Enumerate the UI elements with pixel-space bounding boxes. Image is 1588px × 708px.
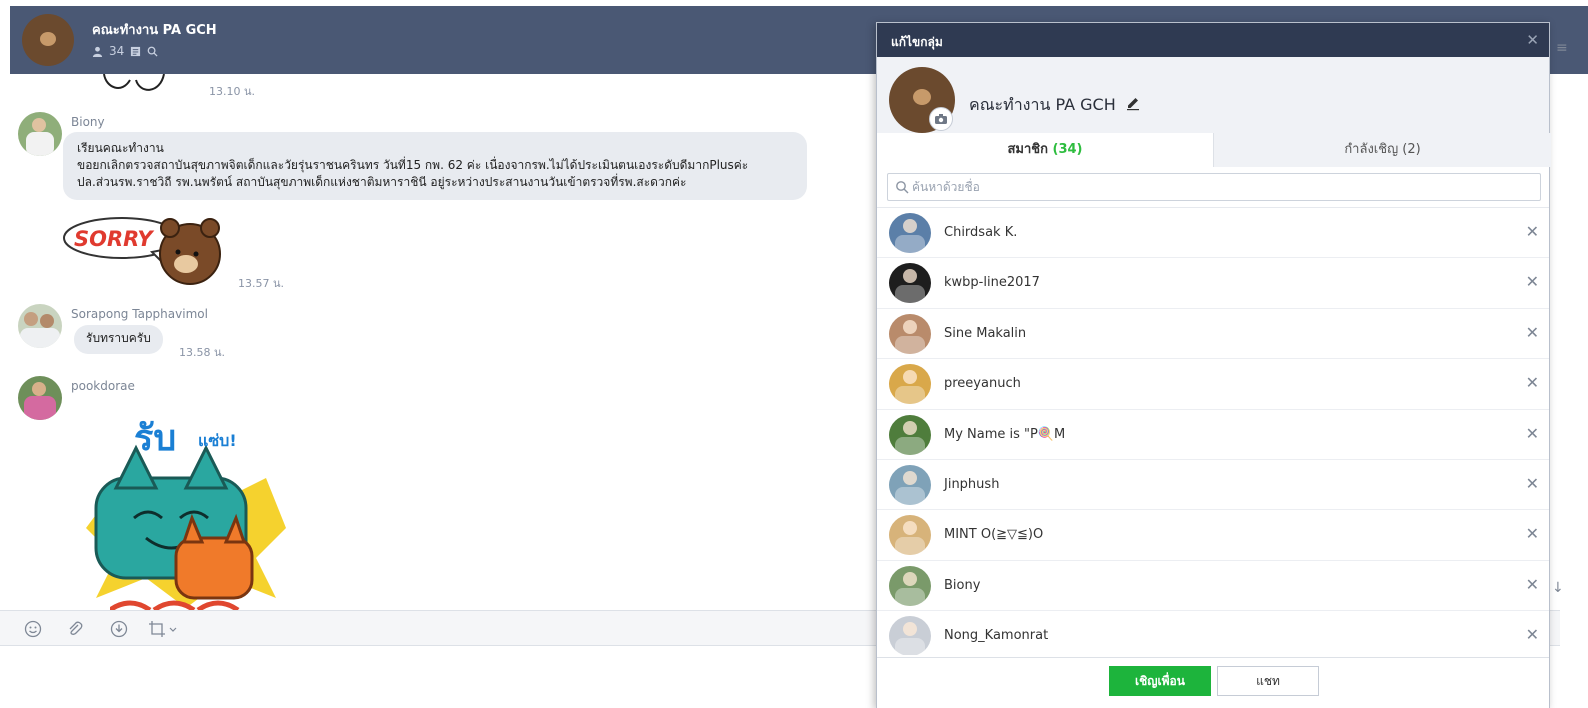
remove-member-icon[interactable]: ✕: [1526, 524, 1539, 543]
attach-icon[interactable]: [66, 620, 84, 638]
camera-icon[interactable]: [929, 107, 953, 131]
remove-member-icon[interactable]: ✕: [1526, 575, 1539, 594]
tab-members-label: สมาชิก: [1007, 142, 1048, 157]
member-row[interactable]: Nong_Kamonrat ✕: [877, 611, 1549, 655]
scroll-down-icon[interactable]: ↓: [1552, 580, 1564, 596]
bear-face-icon: [40, 32, 56, 46]
member-name: My Name is "P🍭M: [944, 426, 1066, 442]
member-avatar[interactable]: [889, 313, 931, 354]
remove-member-icon[interactable]: ✕: [1526, 625, 1539, 644]
message-line: เรียนคณะทำงาน: [77, 141, 164, 155]
message-bubble[interactable]: เรียนคณะทำงาน ขอยกเลิกตรวจสถาบันสุขภาพจิ…: [63, 132, 807, 200]
member-count: 34: [109, 44, 125, 58]
member-name: kwbp-line2017: [944, 275, 1040, 291]
edit-group-dialog: แก้ไขกลุ่ม ✕ คณะทำงาน PA GCH สมาชิก (34)…: [876, 22, 1551, 708]
sticker-partial: [103, 74, 165, 91]
remove-member-icon[interactable]: ✕: [1526, 474, 1539, 493]
capture-icon[interactable]: [148, 620, 178, 638]
message-bubble[interactable]: รับทราบครับ: [74, 325, 163, 354]
sender-name: pookdorae: [71, 379, 135, 393]
avatar[interactable]: [18, 376, 62, 420]
message-time: 13.57 น.: [238, 277, 285, 290]
edit-pencil-icon[interactable]: [1125, 95, 1141, 111]
member-row[interactable]: Biony ✕: [877, 561, 1549, 612]
person-icon[interactable]: [92, 46, 103, 57]
sorry-sticker[interactable]: SORRY: [62, 214, 232, 288]
dialog-tabs: สมาชิก (34) กำลังเชิญ (2): [877, 133, 1551, 167]
group-name: คณะทำงาน PA GCH: [969, 95, 1116, 114]
search-icon: [896, 181, 909, 194]
close-icon[interactable]: ✕: [1526, 31, 1539, 49]
remove-member-icon[interactable]: ✕: [1526, 373, 1539, 392]
message-time: 13.58 น.: [179, 346, 226, 359]
message-time: 13.10 น.: [209, 85, 256, 98]
chat-button[interactable]: แชท: [1217, 666, 1319, 696]
group-meta: 34: [92, 44, 158, 58]
sender-name: Biony: [71, 115, 105, 129]
member-row[interactable]: preeyanuch ✕: [877, 359, 1549, 410]
remove-member-icon[interactable]: ✕: [1526, 222, 1539, 241]
member-avatar[interactable]: [889, 414, 931, 455]
group-avatar[interactable]: [22, 14, 74, 66]
download-icon[interactable]: [110, 620, 128, 638]
search-icon[interactable]: [147, 46, 158, 57]
sticker-label: รับ: [134, 418, 176, 459]
sender-name: Sorapong Tapphavimol: [71, 307, 208, 321]
tab-members-count: (34): [1052, 142, 1083, 157]
bear-face-icon: [913, 89, 931, 105]
sticker-label: SORRY: [74, 227, 154, 251]
member-row[interactable]: Sine Makalin ✕: [877, 309, 1549, 360]
member-avatar[interactable]: [889, 616, 931, 655]
remove-member-icon[interactable]: ✕: [1526, 424, 1539, 443]
member-name: Chirdsak K.: [944, 225, 1018, 240]
sticker-label: แซ่บ!: [198, 431, 237, 450]
member-name: Jinphush: [944, 476, 1000, 492]
avatar[interactable]: [18, 304, 62, 348]
member-name: MINT O(≧▽≦)O: [944, 527, 1044, 543]
notes-icon[interactable]: [130, 46, 141, 57]
member-row[interactable]: Jinphush ✕: [877, 460, 1549, 511]
member-avatar[interactable]: [889, 565, 931, 606]
line-chat-window: คณะทำงาน PA GCH 34 13.10 น. Biony เรียนค…: [0, 0, 1588, 708]
member-avatar[interactable]: [889, 364, 931, 405]
member-search: [887, 173, 1541, 201]
message-line: ปล.ส่วนรพ.ราชวิถี รพ.นพรัตน์ สถาบันสุขภา…: [77, 175, 687, 189]
member-list[interactable]: Chirdsak K. ✕ kwbp-line2017 ✕ Sine Makalin ✕ p…: [877, 207, 1549, 655]
menu-icon[interactable]: ≡: [1556, 40, 1568, 56]
member-name: Biony: [944, 577, 981, 593]
dialog-titlebar: แก้ไขกลุ่ม ✕: [877, 23, 1549, 57]
search-input[interactable]: [912, 174, 1532, 200]
member-row[interactable]: MINT O(≧▽≦)O ✕: [877, 510, 1549, 561]
member-avatar[interactable]: [889, 263, 931, 304]
member-avatar[interactable]: [889, 515, 931, 556]
message-line: ขอยกเลิกตรวจสถาบันสุขภาพจิตเด็กและวัยรุ่…: [77, 158, 749, 172]
member-name: Nong_Kamonrat: [944, 628, 1049, 644]
remove-member-icon[interactable]: ✕: [1526, 323, 1539, 342]
emoji-icon[interactable]: [24, 620, 42, 638]
member-name: Sine Makalin: [944, 325, 1027, 341]
member-avatar[interactable]: [889, 213, 931, 253]
sticker-partial: [110, 600, 240, 610]
tab-members[interactable]: สมาชิก (34): [877, 133, 1213, 167]
remove-member-icon[interactable]: ✕: [1526, 272, 1539, 291]
member-row[interactable]: kwbp-line2017 ✕: [877, 258, 1549, 309]
dialog-footer: เชิญเพื่อน แชท: [877, 657, 1549, 708]
dialog-title: แก้ไขกลุ่ม: [891, 35, 943, 49]
member-avatar[interactable]: [889, 464, 931, 505]
member-row[interactable]: Chirdsak K. ✕: [877, 208, 1549, 259]
tab-invites[interactable]: กำลังเชิญ (2): [1213, 133, 1551, 167]
invite-friends-button[interactable]: เชิญเพื่อน: [1109, 666, 1211, 696]
avatar[interactable]: [18, 112, 62, 156]
member-name: preeyanuch: [944, 376, 1021, 392]
cat-sticker[interactable]: รับ แซ่บ!: [76, 408, 296, 610]
member-row[interactable]: My Name is "P🍭M ✕: [877, 410, 1549, 460]
group-title: คณะทำงาน PA GCH: [92, 23, 217, 38]
